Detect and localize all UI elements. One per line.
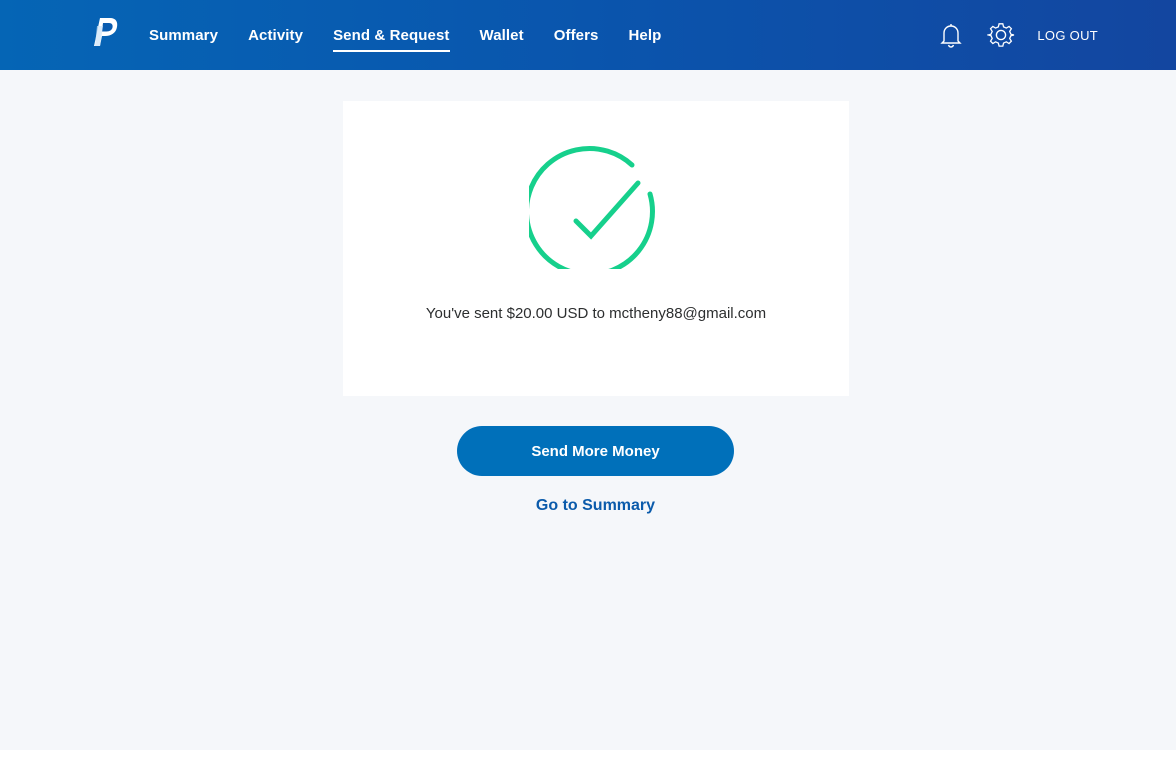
gear-icon[interactable] [987,21,1015,49]
header-actions: LOG OUT [937,0,1098,70]
bell-icon[interactable] [937,21,965,49]
page: Summary Activity Send & Request Wallet O… [0,0,1176,771]
nav-activity[interactable]: Activity [248,27,303,44]
main-content: You've sent $20.00 USD to mctheny88@gmai… [0,70,1176,750]
confirmation-message: You've sent $20.00 USD to mctheny88@gmai… [425,305,767,322]
top-nav-bar: Summary Activity Send & Request Wallet O… [0,0,1176,70]
checkmark-circle-icon [523,135,663,277]
nav-summary[interactable]: Summary [149,27,218,44]
nav-wallet[interactable]: Wallet [480,27,524,44]
nav-offers[interactable]: Offers [554,27,599,44]
main-nav: Summary Activity Send & Request Wallet O… [149,0,691,70]
logout-button[interactable]: LOG OUT [1037,28,1098,43]
nav-send-request[interactable]: Send & Request [333,27,450,52]
nav-help[interactable]: Help [629,27,662,44]
go-to-summary-link[interactable]: Go to Summary [457,497,734,515]
confirmation-card: You've sent $20.00 USD to mctheny88@gmai… [343,101,849,396]
send-more-money-button[interactable]: Send More Money [457,426,734,476]
paypal-logo-icon[interactable] [93,17,119,47]
